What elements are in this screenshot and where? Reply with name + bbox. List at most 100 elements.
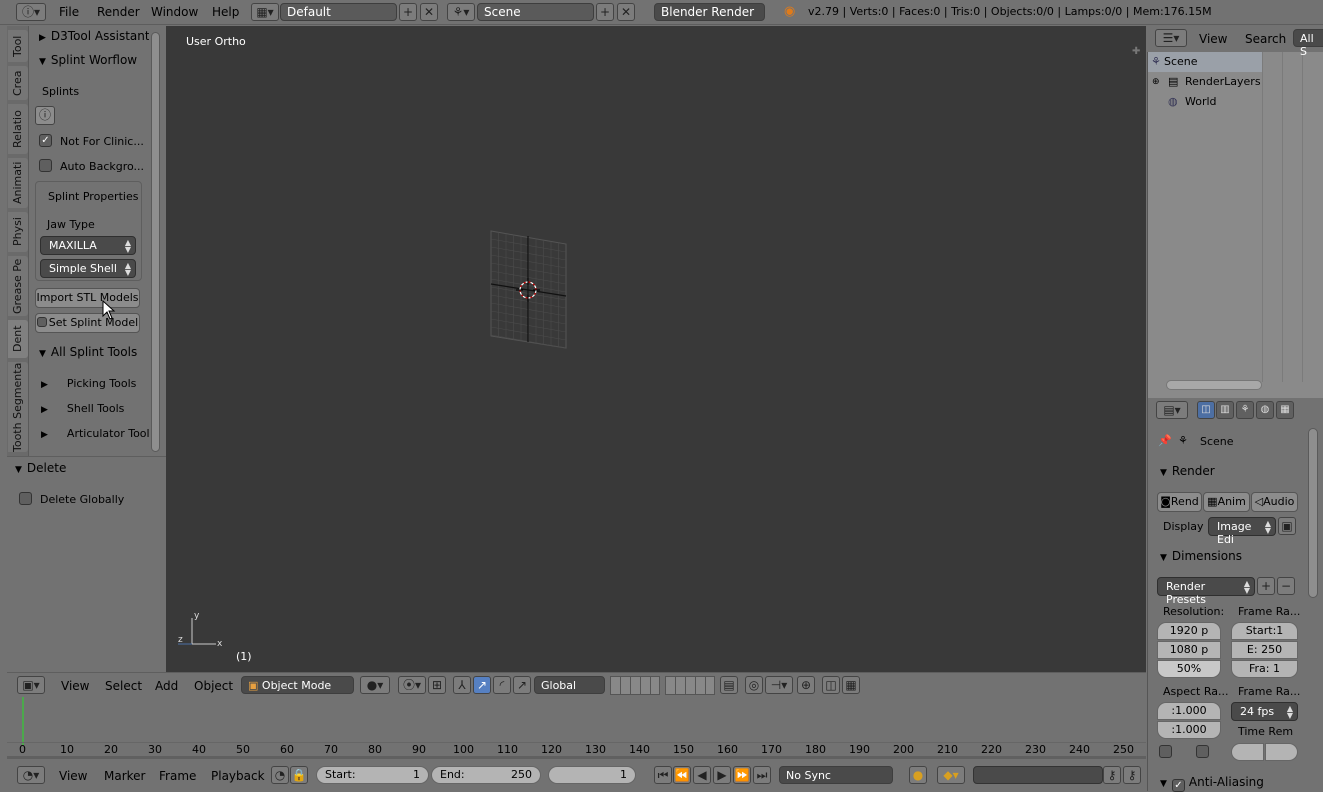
tab-tool[interactable]: Tool [8, 30, 28, 62]
outliner-item-world[interactable]: ◍ World [1148, 92, 1323, 112]
widget-arrow[interactable]: ↗ [473, 676, 491, 694]
tab-tooth-segmentation[interactable]: Tooth Segmenta [8, 362, 28, 452]
menu-window[interactable]: Window [151, 5, 198, 19]
menu-add[interactable]: Add [155, 679, 178, 693]
shading-dropdown[interactable]: ●▾ [360, 676, 390, 694]
crop-checkbox[interactable] [1196, 745, 1209, 758]
3d-viewport[interactable]: User Ortho y x z (1) ✚ [166, 26, 1146, 672]
lock-icon[interactable]: 🔒 [290, 766, 308, 784]
splint-workflow-header[interactable]: ▼ Splint Worflow [39, 53, 137, 67]
menu-view-timeline[interactable]: View [59, 769, 87, 783]
render-tab-icon[interactable]: ◫ [1197, 401, 1215, 419]
play-icon[interactable]: ▶ [713, 766, 731, 784]
jump-keyframe-forward-icon[interactable]: ⏩ [733, 766, 751, 784]
info-icon[interactable]: ⓘ [35, 106, 55, 125]
properties-scrollbar[interactable] [1308, 428, 1318, 598]
layers-grid-1[interactable] [610, 676, 660, 695]
info-editor-type-button[interactable]: ⓘ▾ [16, 3, 46, 21]
current-frame-indicator[interactable] [22, 697, 24, 745]
jump-keyframe-back-icon[interactable]: ⏪ [673, 766, 691, 784]
tab-dent[interactable]: Dent [8, 320, 28, 358]
render-presets-dropdown[interactable]: Render Presets ▲ ▼ [1157, 577, 1255, 606]
auto-background-checkbox[interactable] [39, 159, 52, 172]
outliner-item-scene[interactable]: ⚘ Scene [1148, 52, 1262, 72]
insert-keyframe-icon[interactable]: ⚷ [1103, 766, 1121, 784]
pin-icon[interactable]: 📌 [1158, 434, 1172, 447]
opengl-render-icon[interactable]: ◫ [822, 676, 840, 694]
resolution-x-field[interactable]: 1920 p [1157, 622, 1221, 640]
world-tab-icon[interactable]: ◍ [1256, 401, 1274, 419]
menu-marker[interactable]: Marker [104, 769, 145, 783]
outliner-menu-view[interactable]: View [1199, 32, 1227, 46]
border-checkbox[interactable] [1159, 745, 1172, 758]
remove-scene-button[interactable]: ✕ [617, 3, 635, 21]
display-window-icon[interactable]: ▣ [1278, 517, 1296, 535]
aspect-y-field[interactable]: :1.000 [1157, 721, 1221, 739]
delete-header[interactable]: ▼ Delete [15, 461, 66, 475]
time-remap-new-field[interactable] [1265, 743, 1298, 761]
render-anim-button[interactable]: ▦Anim [1203, 492, 1250, 512]
outliner-editor-type[interactable]: ☰▾ [1155, 29, 1187, 47]
texture-tab-icon[interactable]: ▦ [1276, 401, 1294, 419]
shell-type-dropdown[interactable]: Simple Shell ▲ ▼ [40, 259, 136, 278]
add-scene-button[interactable]: + [596, 3, 614, 21]
start-frame-prop-field[interactable]: Start:1 [1231, 622, 1298, 640]
keying-set-field[interactable] [973, 766, 1103, 784]
tab-grease-pencil[interactable]: Grease Pe [8, 256, 28, 316]
articulator-tools-subpanel[interactable]: ▶ Articulator Tools [41, 427, 155, 440]
frame-step-field[interactable]: Fra: 1 [1231, 660, 1298, 678]
orientation-dropdown[interactable]: Global [534, 676, 605, 694]
all-splint-tools-header[interactable]: ▼ All Splint Tools [39, 345, 137, 359]
keying-set-icon[interactable]: ◆▾ [937, 766, 965, 784]
screen-layout-icon[interactable]: ▦▾ [251, 3, 279, 21]
dimensions-panel-header[interactable]: ▼ Dimensions [1160, 549, 1242, 563]
viewport-corner-icon[interactable]: ✚ [1132, 46, 1140, 57]
widget-translate[interactable]: ⅄ [453, 676, 471, 694]
tab-animation[interactable]: Animati [8, 158, 28, 208]
anti-aliasing-checkbox[interactable]: ✓ [1171, 779, 1185, 792]
timeline[interactable]: 0 10 20 30 40 50 60 70 80 90 100 110 120 130 140 150 160… [7, 697, 1146, 759]
menu-help[interactable]: Help [212, 5, 239, 19]
snap-target-icon[interactable]: ⊕ [797, 676, 815, 694]
layers-grid-2[interactable] [665, 676, 715, 695]
jaw-type-dropdown[interactable]: MAXILLA ▲ ▼ [40, 236, 136, 255]
manipulator-toggle[interactable]: ⊞ [428, 676, 446, 694]
menu-playback[interactable]: Playback [211, 769, 265, 783]
scene-icon[interactable]: ⚘▾ [447, 3, 475, 21]
menu-select[interactable]: Select [105, 679, 142, 693]
tab-physics[interactable]: Physi [8, 212, 28, 252]
resolution-y-field[interactable]: 1080 p [1157, 641, 1221, 659]
render-audio-button[interactable]: ◁Audio [1251, 492, 1298, 512]
tool-panel-scrollbar[interactable] [149, 26, 165, 456]
outliner-item-renderlayers[interactable]: ⊕ ▤ RenderLayers [1148, 72, 1323, 92]
lock-layers-icon[interactable]: ▤ [720, 676, 738, 694]
layers-tab-icon[interactable]: ▥ [1216, 401, 1234, 419]
d3tool-assistant-header[interactable]: ▶ D3Tool Assistant [39, 29, 150, 43]
delete-keyframe-icon[interactable]: ⚷ [1123, 766, 1141, 784]
picking-tools-subpanel[interactable]: ▶ Picking Tools [41, 377, 136, 390]
render-panel-header[interactable]: ▼ Render [1160, 464, 1215, 478]
shell-tools-subpanel[interactable]: ▶ Shell Tools [41, 402, 124, 415]
add-layout-button[interactable]: + [399, 3, 417, 21]
widget-rotate[interactable]: ◜ [493, 676, 511, 694]
timeline-editor-type[interactable]: ◔▾ [17, 766, 45, 784]
outliner-menu-search[interactable]: Search [1245, 32, 1286, 46]
editor-type-button[interactable]: ▣▾ [17, 676, 45, 694]
auto-keying-icon[interactable]: ● [909, 766, 927, 784]
scrollbar-thumb[interactable] [151, 32, 160, 452]
scene-tab-icon[interactable]: ⚘ [1236, 401, 1254, 419]
fps-dropdown[interactable]: 24 fps ▲ ▼ [1231, 702, 1298, 721]
jump-end-icon[interactable]: ⏭ [753, 766, 771, 784]
aspect-x-field[interactable]: :1.000 [1157, 702, 1221, 720]
screen-layout-field[interactable]: Default [280, 3, 397, 21]
outliner-display-mode[interactable]: All S [1293, 29, 1323, 58]
snap-element-icon[interactable]: ⊣▾ [765, 676, 793, 694]
opengl-anim-icon[interactable]: ▦ [842, 676, 860, 694]
proportional-edit-icon[interactable]: ◎ [745, 676, 763, 694]
tab-create[interactable]: Crea [8, 66, 28, 100]
anti-aliasing-header[interactable]: ▼ ✓ Anti-Aliasing [1160, 775, 1264, 792]
display-dropdown[interactable]: Image Edi ▲ ▼ [1208, 517, 1276, 546]
menu-render[interactable]: Render [97, 5, 140, 19]
set-splint-model-button[interactable]: Set Splint Model [35, 313, 140, 333]
sync-dropdown[interactable]: No Sync [779, 766, 893, 784]
